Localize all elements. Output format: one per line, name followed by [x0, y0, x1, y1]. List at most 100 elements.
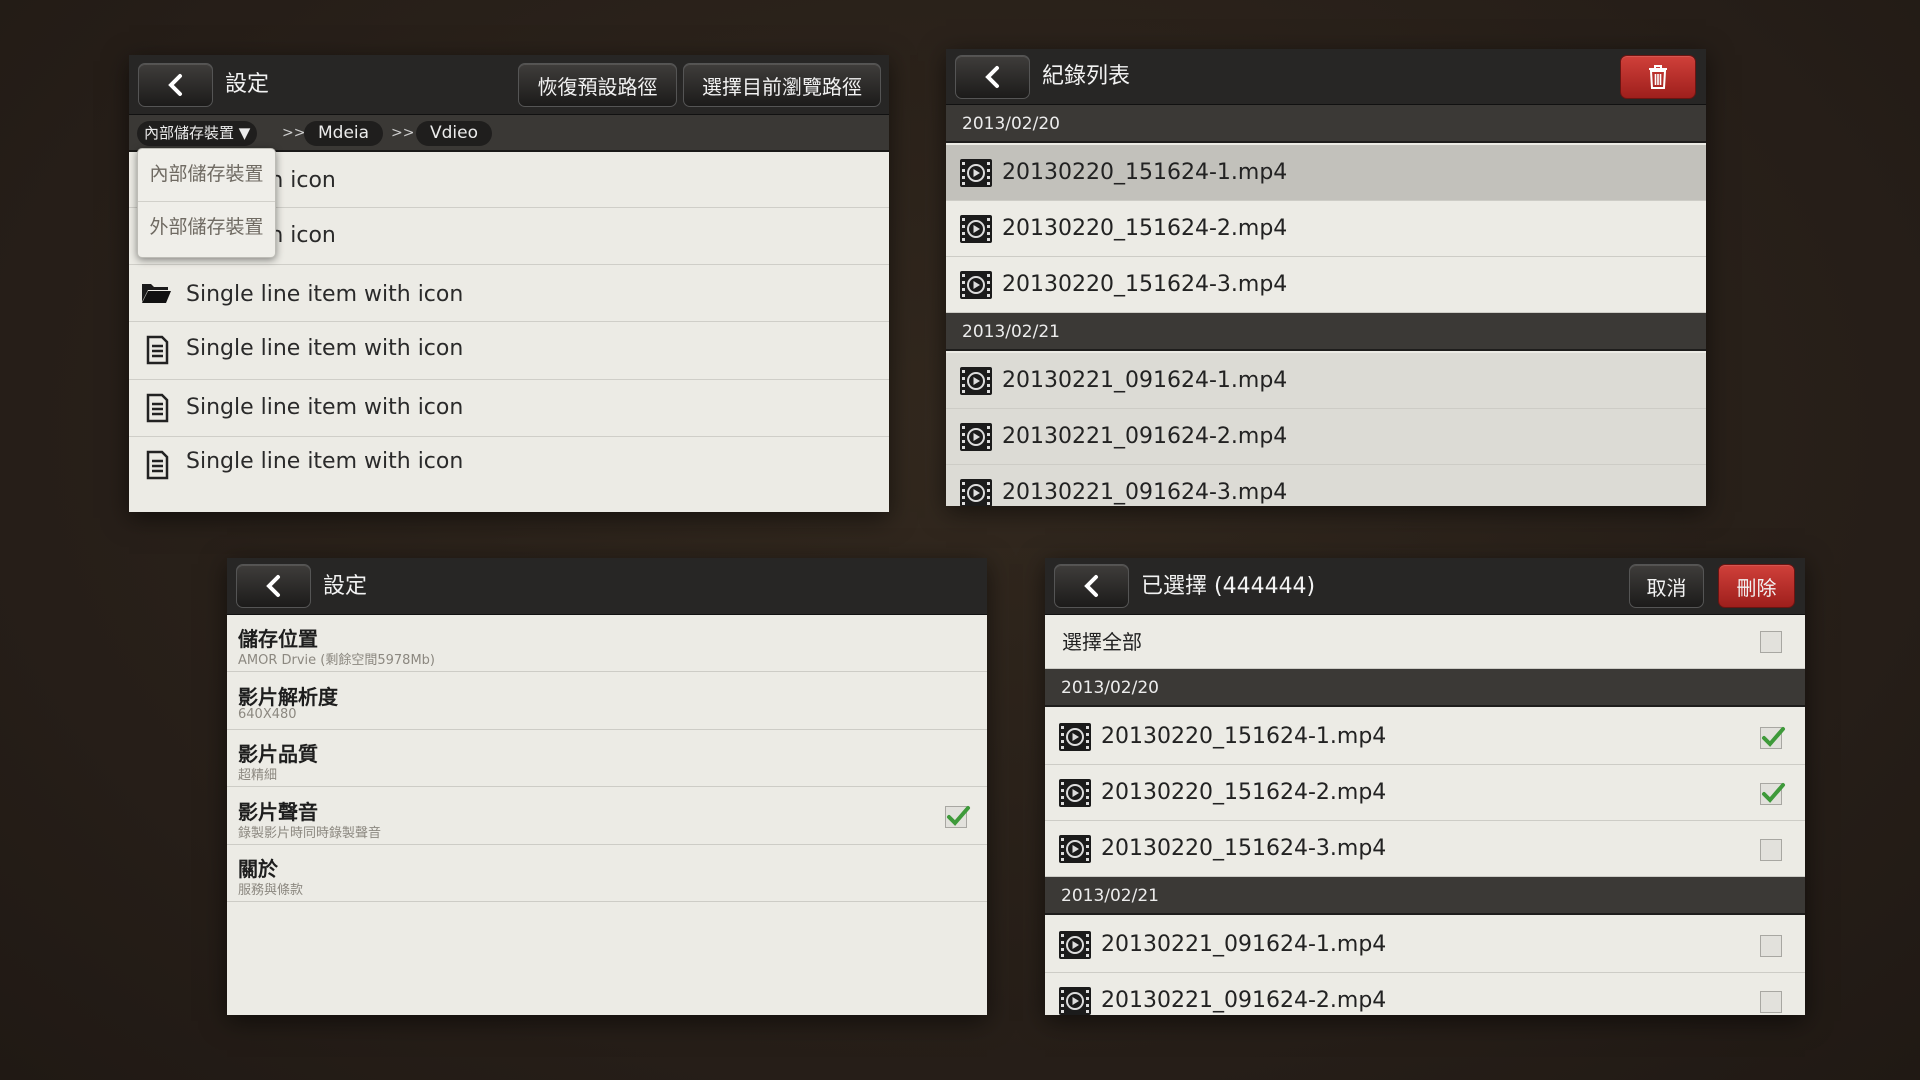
file-name: 20130220_151624-3.mp4 [1002, 272, 1288, 297]
trash-icon [1649, 65, 1667, 89]
document-icon [146, 450, 169, 480]
checkmark-icon [1762, 783, 1785, 803]
cancel-button[interactable]: 取消 [1629, 564, 1704, 608]
file-row[interactable]: 20130220_151624-1.mp4 [1045, 709, 1805, 765]
file-checkbox[interactable] [1760, 991, 1782, 1013]
breadcrumb: 內部儲存裝置 ▼ >> Mdeia >> Vdieo [129, 115, 889, 152]
file-row[interactable]: 20130221_091624-2.mp4 [946, 409, 1706, 465]
video-file-icon [1059, 931, 1091, 959]
setting-title: 影片聲音 [238, 800, 318, 824]
list-item-label: Single line item with icon [186, 336, 464, 361]
title-bar: 已選擇 (444444) 取消 刪除 [1045, 558, 1805, 615]
storage-dropdown: 內部儲存裝置 外部儲存裝置 [137, 148, 276, 258]
breadcrumb-separator: >> [391, 125, 415, 141]
chevron-left-icon [1083, 575, 1098, 597]
video-sound-checkbox[interactable] [945, 806, 970, 828]
setting-title: 儲存位置 [238, 627, 318, 651]
dropdown-option-internal-storage[interactable]: 內部儲存裝置 [138, 149, 275, 200]
settings-panel: 設定 儲存位置 AMOR Drvie (剩餘空間5978Mb) 影片解析度 64… [227, 558, 987, 1015]
video-file-icon [960, 367, 992, 395]
setting-title: 關於 [238, 857, 278, 881]
file-checkbox[interactable] [1760, 783, 1785, 805]
setting-subtitle: 640X480 [238, 707, 297, 722]
video-file-icon [960, 215, 992, 243]
checkmark-icon [1762, 727, 1785, 747]
file-row[interactable]: 20130220_151624-1.mp4 [946, 145, 1706, 201]
file-name: 20130220_151624-1.mp4 [1101, 724, 1387, 749]
list-item[interactable]: Single line item with icon [129, 322, 889, 380]
title-bar: 設定 恢復預設路徑 選擇目前瀏覽路徑 [129, 55, 889, 115]
file-name: 20130221_091624-2.mp4 [1002, 424, 1288, 449]
file-row[interactable]: 20130220_151624-2.mp4 [1045, 765, 1805, 821]
setting-title: 影片解析度 [238, 685, 338, 709]
setting-subtitle: 錄製影片時同時錄製聲音 [238, 826, 382, 841]
file-name: 20130220_151624-2.mp4 [1101, 780, 1387, 805]
list-item-label: Single line item with icon [186, 395, 464, 420]
date-header: 2013/02/20 [946, 105, 1706, 143]
record-list-panel: 紀錄列表 2013/02/20 20130220_151624-1.mp4 20… [946, 49, 1706, 506]
breadcrumb-media[interactable]: Mdeia [304, 121, 384, 146]
setting-subtitle: 超精細 [238, 768, 278, 783]
selection-panel: 已選擇 (444444) 取消 刪除 選擇全部 2013/02/20 20130… [1045, 558, 1805, 1015]
file-row[interactable]: 20130221_091624-1.mp4 [946, 353, 1706, 409]
video-file-icon [960, 423, 992, 451]
file-row[interactable]: 20130221_091624-1.mp4 [1045, 917, 1805, 973]
folder-open-icon [142, 284, 171, 303]
file-name: 20130220_151624-1.mp4 [1002, 160, 1288, 185]
select-all-row[interactable]: 選擇全部 [1045, 615, 1805, 669]
title-bar: 紀錄列表 [946, 49, 1706, 105]
file-row[interactable]: 20130220_151624-3.mp4 [1045, 821, 1805, 877]
file-row[interactable]: 20130221_091624-2.mp4 [1045, 973, 1805, 1015]
page-title: 設定 [225, 72, 270, 97]
file-row[interactable]: 20130220_151624-2.mp4 [946, 201, 1706, 257]
select-all-checkbox[interactable] [1760, 631, 1782, 653]
select-all-label: 選擇全部 [1062, 630, 1142, 654]
back-button[interactable] [138, 63, 213, 107]
chevron-left-icon [984, 66, 999, 88]
setting-video-sound[interactable]: 影片聲音 錄製影片時同時錄製聲音 [227, 788, 987, 845]
file-row[interactable]: 20130220_151624-3.mp4 [946, 257, 1706, 313]
setting-storage-location[interactable]: 儲存位置 AMOR Drvie (剩餘空間5978Mb) [227, 615, 987, 672]
setting-subtitle: 服務與條款 [238, 883, 304, 898]
page-title: 紀錄列表 [1042, 64, 1131, 89]
file-name: 20130221_091624-1.mp4 [1101, 932, 1387, 957]
back-button[interactable] [236, 564, 311, 608]
file-name: 20130221_091624-1.mp4 [1002, 368, 1288, 393]
video-file-icon [1059, 835, 1091, 863]
setting-title: 影片品質 [238, 742, 318, 766]
chevron-left-icon [167, 74, 182, 96]
document-icon [146, 393, 169, 423]
file-row[interactable]: 20130221_091624-3.mp4 [946, 465, 1706, 506]
back-button[interactable] [1054, 564, 1129, 608]
video-file-icon [1059, 723, 1091, 751]
list-item[interactable]: Single line item with icon [129, 265, 889, 322]
file-checkbox[interactable] [1760, 727, 1785, 749]
file-name: 20130221_091624-3.mp4 [1002, 480, 1288, 505]
date-header: 2013/02/21 [946, 313, 1706, 351]
delete-button[interactable] [1620, 55, 1696, 99]
list-item[interactable]: Single line item with icon [129, 380, 889, 437]
setting-video-resolution[interactable]: 影片解析度 640X480 [227, 673, 987, 730]
breadcrumb-separator: >> [282, 125, 306, 141]
setting-about[interactable]: 關於 服務與條款 [227, 845, 987, 902]
restore-default-path-button[interactable]: 恢復預設路徑 [518, 63, 677, 107]
date-header: 2013/02/20 [1045, 669, 1805, 707]
list-item[interactable]: Single line item with icon [129, 437, 889, 512]
checkmark-icon [947, 806, 970, 826]
delete-button[interactable]: 刪除 [1718, 564, 1795, 608]
back-button[interactable] [955, 55, 1030, 99]
select-current-path-button[interactable]: 選擇目前瀏覽路徑 [683, 63, 881, 107]
setting-video-quality[interactable]: 影片品質 超精細 [227, 730, 987, 787]
video-file-icon [960, 159, 992, 187]
list-item-label: Single line item with icon [186, 449, 464, 474]
file-name: 20130221_091624-2.mp4 [1101, 988, 1387, 1013]
file-checkbox[interactable] [1760, 839, 1782, 861]
breadcrumb-video[interactable]: Vdieo [416, 121, 493, 146]
title-bar: 設定 [227, 558, 987, 615]
file-name: 20130220_151624-2.mp4 [1002, 216, 1288, 241]
date-header: 2013/02/21 [1045, 877, 1805, 915]
storage-selector[interactable]: 內部儲存裝置 ▼ [137, 121, 258, 146]
file-checkbox[interactable] [1760, 935, 1782, 957]
video-file-icon [960, 271, 992, 299]
dropdown-option-external-storage[interactable]: 外部儲存裝置 [138, 201, 275, 252]
